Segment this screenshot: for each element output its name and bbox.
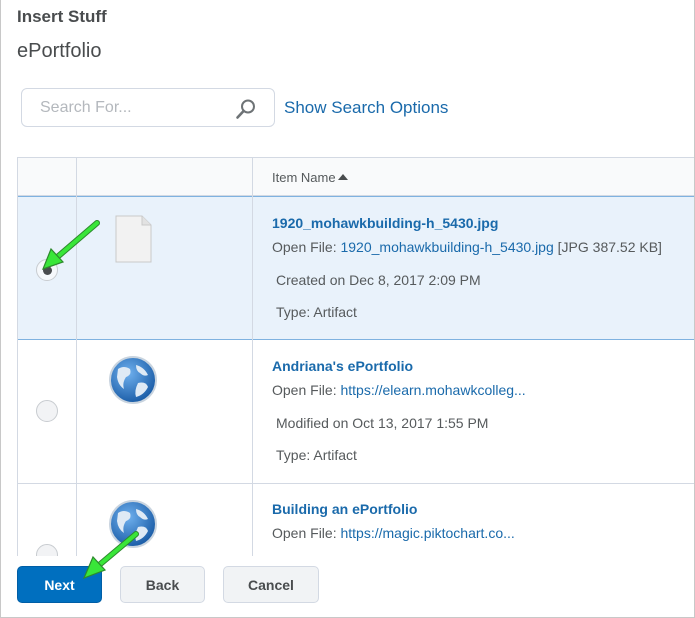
search-icon[interactable] bbox=[235, 98, 257, 120]
dialog-title: Insert Stuff bbox=[17, 7, 107, 26]
next-button[interactable]: Next bbox=[17, 566, 102, 603]
item-date: Created on Dec 8, 2017 2:09 PM bbox=[276, 272, 481, 288]
row-radio[interactable] bbox=[36, 259, 58, 281]
items-table: Item Name 1920_mohawkbuilding-h_5430.jpg… bbox=[17, 157, 694, 557]
item-name-link[interactable]: 1920_mohawkbuilding-h_5430.jpg bbox=[272, 215, 498, 231]
globe-icon bbox=[109, 356, 157, 404]
search-input[interactable] bbox=[40, 89, 240, 126]
column-header-item-name[interactable]: Item Name bbox=[272, 170, 336, 185]
column-divider bbox=[252, 158, 253, 557]
open-file-line: Open File: https://magic.piktochart.co..… bbox=[272, 525, 515, 541]
row-radio[interactable] bbox=[36, 400, 58, 422]
open-file-line: Open File: 1920_mohawkbuilding-h_5430.jp… bbox=[272, 239, 662, 255]
show-search-options-link[interactable]: Show Search Options bbox=[284, 98, 448, 118]
open-file-label: Open File: bbox=[272, 382, 337, 398]
item-type: Type: Artifact bbox=[276, 447, 357, 463]
dialog-footer: Next Back Cancel bbox=[1, 556, 694, 617]
cancel-button[interactable]: Cancel bbox=[223, 566, 319, 603]
table-row[interactable]: 1920_mohawkbuilding-h_5430.jpg Open File… bbox=[18, 196, 694, 340]
open-file-link[interactable]: 1920_mohawkbuilding-h_5430.jpg bbox=[340, 239, 553, 255]
item-type: Type: Artifact bbox=[276, 304, 357, 320]
page-title: ePortfolio bbox=[17, 40, 102, 62]
table-row[interactable]: Building an ePortfolio Open File: https:… bbox=[18, 484, 694, 557]
file-icon bbox=[115, 215, 152, 263]
back-button[interactable]: Back bbox=[120, 566, 205, 603]
item-date: Modified on Oct 13, 2017 1:55 PM bbox=[276, 415, 489, 431]
open-file-link[interactable]: https://magic.piktochart.co... bbox=[340, 525, 514, 541]
open-file-label: Open File: bbox=[272, 239, 337, 255]
file-info: [JPG 387.52 KB] bbox=[557, 239, 662, 255]
open-file-line: Open File: https://elearn.mohawkcolleg..… bbox=[272, 382, 526, 398]
column-divider bbox=[76, 158, 77, 557]
globe-icon bbox=[109, 500, 157, 548]
sort-ascending-icon[interactable] bbox=[338, 174, 348, 180]
open-file-label: Open File: bbox=[272, 525, 337, 541]
table-header: Item Name bbox=[18, 158, 694, 196]
item-name-link[interactable]: Building an ePortfolio bbox=[272, 501, 417, 517]
table-row[interactable]: Andriana's ePortfolio Open File: https:/… bbox=[18, 340, 694, 484]
search-box bbox=[21, 88, 275, 127]
insert-stuff-dialog: Insert Stuff ePortfolio Show Search Opti… bbox=[0, 0, 695, 618]
open-file-link[interactable]: https://elearn.mohawkcolleg... bbox=[340, 382, 525, 398]
item-name-link[interactable]: Andriana's ePortfolio bbox=[272, 358, 413, 374]
